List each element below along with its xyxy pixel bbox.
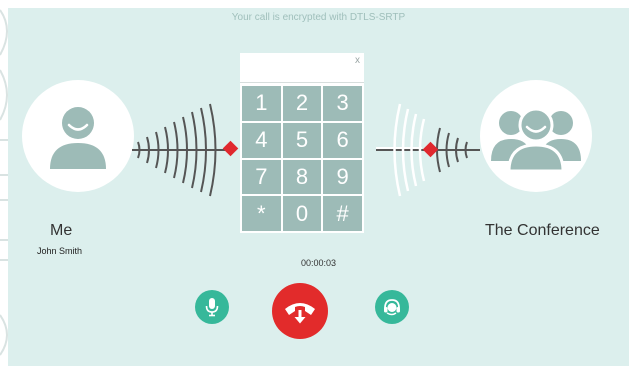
me-subtitle: John Smith xyxy=(37,246,83,256)
dialpad-keys: 1 2 3 4 5 6 7 8 9 * 0 # xyxy=(240,84,364,233)
conference-name: The Conference xyxy=(485,222,600,239)
group-icon xyxy=(491,107,581,171)
phone-hangup-icon xyxy=(285,303,315,324)
me-name: Me xyxy=(50,222,73,239)
conference-avatar xyxy=(480,80,592,192)
encryption-note: Your call is encrypted with DTLS-SRTP xyxy=(231,12,406,23)
dialpad-key-5[interactable]: 5 xyxy=(282,122,322,158)
dialpad-close-button[interactable]: x xyxy=(355,55,360,66)
dialpad-key-0[interactable]: 0 xyxy=(282,196,322,231)
mute-button[interactable] xyxy=(195,290,229,324)
dialpad-key-7[interactable]: 7 xyxy=(242,159,281,195)
outgoing-signal-waves xyxy=(132,103,239,197)
dialpad-key-3[interactable]: 3 xyxy=(323,86,362,121)
dialpad-header: x xyxy=(240,53,364,83)
headset-icon xyxy=(384,299,400,316)
dialpad-key-8[interactable]: 8 xyxy=(282,159,322,195)
dialpad: x 1 2 3 4 5 6 7 8 9 * 0 # xyxy=(240,53,364,233)
dialpad-key-1[interactable]: 1 xyxy=(242,86,281,121)
dialpad-key-9[interactable]: 9 xyxy=(323,159,362,195)
headset-button[interactable] xyxy=(375,290,409,324)
microphone-icon xyxy=(205,298,219,317)
call-screen: Your call is encrypted with DTLS-SRTP Me… xyxy=(8,8,629,366)
me-avatar xyxy=(22,80,134,192)
dialpad-key-4[interactable]: 4 xyxy=(242,122,281,158)
dialpad-key-2[interactable]: 2 xyxy=(282,86,322,121)
user-icon xyxy=(50,107,106,169)
dialpad-key-6[interactable]: 6 xyxy=(323,122,362,158)
dialpad-key-star[interactable]: * xyxy=(242,196,281,231)
incoming-signal-waves xyxy=(376,103,480,197)
call-timer: 00:00:03 xyxy=(300,258,337,268)
dialpad-key-hash[interactable]: # xyxy=(323,196,362,231)
hangup-button[interactable] xyxy=(272,283,328,339)
